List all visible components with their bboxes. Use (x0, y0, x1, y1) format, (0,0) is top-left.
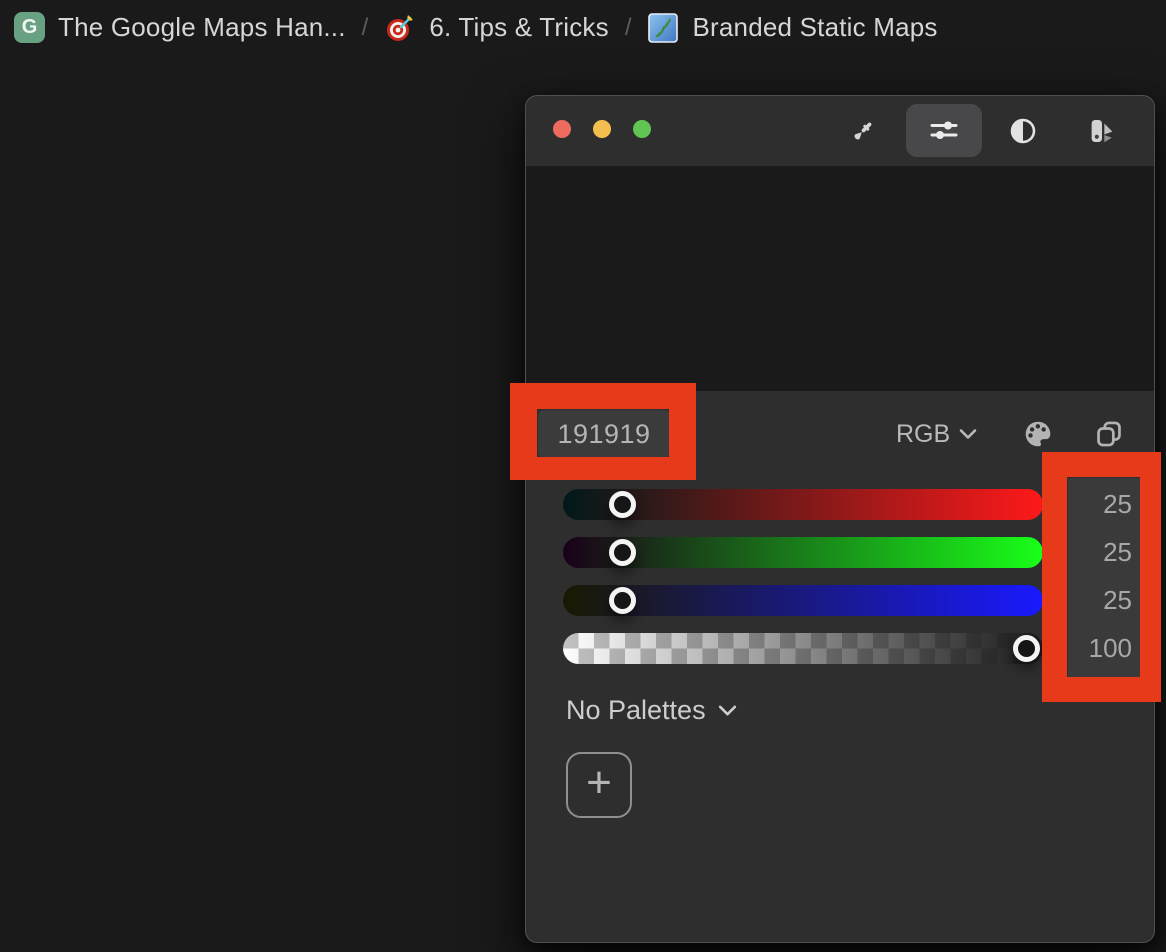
swatches-tool-button[interactable] (1078, 108, 1126, 154)
palettes-dropdown[interactable]: No Palettes (566, 693, 737, 727)
breadcrumb-separator: / (622, 14, 635, 42)
palettes-label: No Palettes (566, 695, 706, 726)
eyedropper-tool-button[interactable] (839, 108, 887, 154)
breadcrumb: G The Google Maps Han... / 6. Tips & Tri… (0, 0, 1166, 55)
color-model-label: RGB (896, 420, 950, 449)
blue-slider[interactable] (563, 585, 1043, 616)
green-slider-handle[interactable] (609, 539, 636, 566)
contrast-tool-button[interactable] (999, 108, 1047, 154)
window-titlebar[interactable] (526, 96, 1154, 166)
breadcrumb-item-section[interactable]: 6. Tips & Tricks (429, 12, 608, 43)
breadcrumb-item-document[interactable]: The Google Maps Han... (58, 12, 346, 43)
annotation-hex-highlight (510, 383, 696, 480)
blue-slider-handle[interactable] (609, 587, 636, 614)
workspace-icon[interactable]: G (14, 12, 45, 43)
copy-color-button[interactable] (1089, 414, 1129, 454)
sliders-icon (920, 107, 968, 153)
alpha-slider[interactable] (563, 633, 1043, 664)
contrast-icon (1009, 117, 1037, 145)
color-model-dropdown[interactable]: RGB (896, 410, 977, 458)
add-palette-button[interactable]: + (566, 752, 632, 818)
breadcrumb-item-page[interactable]: Branded Static Maps (692, 12, 937, 43)
close-button[interactable] (553, 120, 571, 138)
workspace-letter: G (22, 16, 38, 39)
palette-icon (1022, 418, 1054, 450)
dart-target-icon (384, 12, 416, 44)
swatches-icon (1087, 116, 1117, 146)
red-slider[interactable] (563, 489, 1043, 520)
zoom-button[interactable] (633, 120, 651, 138)
chevron-down-icon (718, 704, 737, 717)
plus-icon: + (586, 754, 612, 812)
minimize-button[interactable] (593, 120, 611, 138)
sliders-tool-button[interactable] (906, 104, 982, 157)
color-preview-area (526, 166, 1154, 391)
palette-button[interactable] (1018, 414, 1058, 454)
chevron-down-icon (959, 428, 977, 440)
eyedropper-icon (849, 117, 877, 145)
breadcrumb-separator: / (359, 14, 372, 42)
japan-map-icon (647, 12, 679, 44)
alpha-slider-handle[interactable] (1013, 635, 1040, 662)
copy-icon (1093, 418, 1125, 450)
green-slider[interactable] (563, 537, 1043, 568)
red-slider-handle[interactable] (609, 491, 636, 518)
annotation-values-highlight (1042, 452, 1161, 702)
